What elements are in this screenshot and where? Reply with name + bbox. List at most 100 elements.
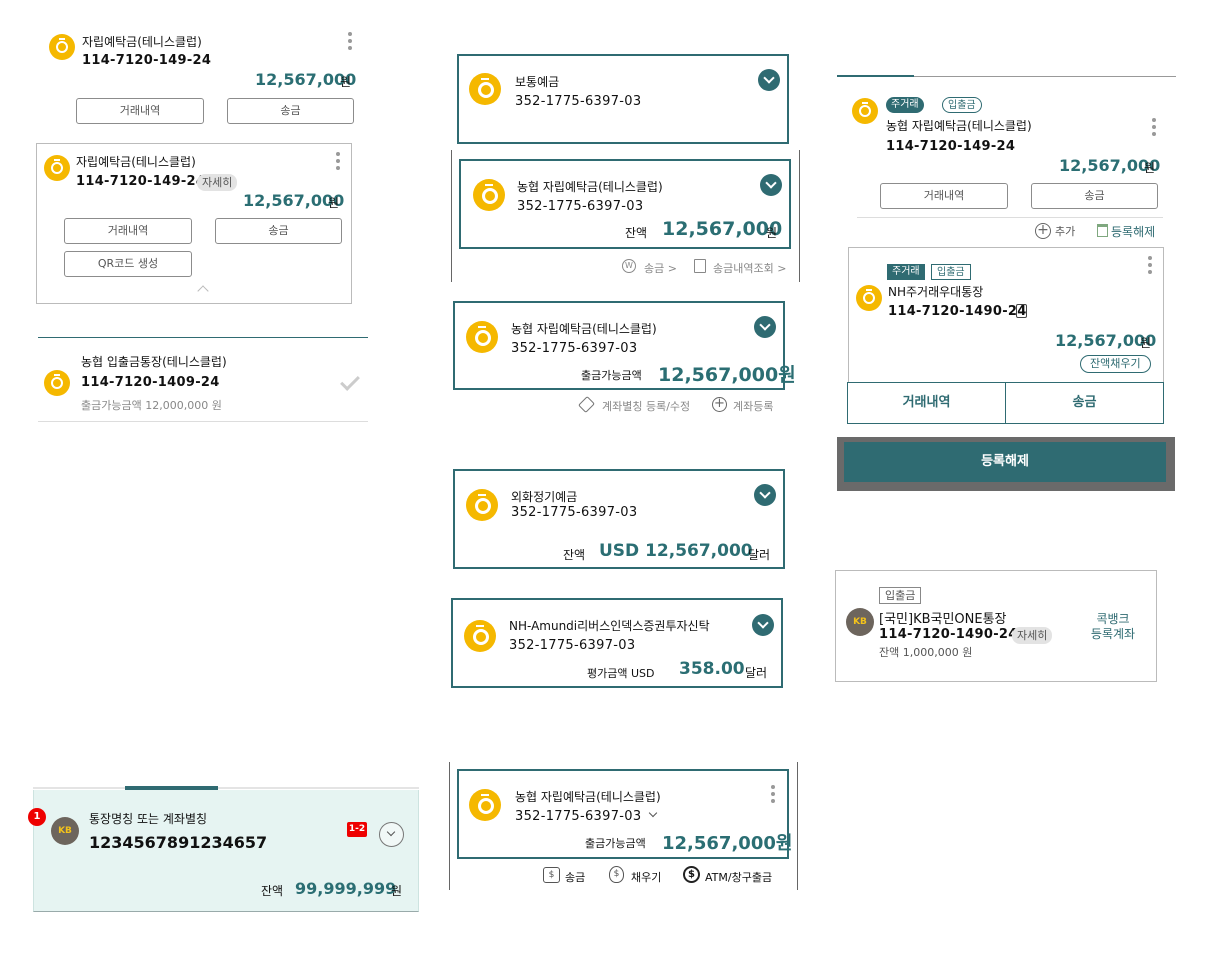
balance-label: 잔액: [261, 884, 284, 898]
nh-coin-icon: [44, 370, 70, 396]
add-link[interactable]: 추가: [1055, 223, 1075, 239]
fill-balance-button[interactable]: 잔액채우기: [1080, 355, 1151, 373]
divider: [914, 76, 1176, 77]
account-number: 352-1775-6397-03: [511, 505, 638, 520]
transfer-button[interactable]: 송금: [215, 218, 342, 244]
account-card-fund[interactable]: NH-Amundi리버스인덱스증권투자신탁 352-1775-6397-03 평…: [451, 598, 783, 688]
account-card-foreign[interactable]: 외화정기예금 352-1775-6397-03 잔액 USD 12,567,00…: [453, 469, 785, 569]
account-number: 352-1775-6397-03: [515, 94, 642, 109]
available-amount: 출금가능금액 12,000,000 원: [81, 399, 222, 412]
unregister-link[interactable]: 등록해제: [1111, 223, 1155, 240]
currency-unit: 원: [1144, 161, 1156, 175]
account-number: 114-7120-149-24: [82, 53, 212, 68]
balance-amount: USD 12,567,000: [599, 541, 753, 561]
currency-unit: 원: [391, 884, 403, 898]
account-register-link[interactable]: 계좌등록: [733, 398, 773, 414]
account-card-basic[interactable]: 보통예금 352-1775-6397-03: [457, 54, 789, 144]
column-divider: [797, 762, 798, 890]
step-badge: 1-2: [347, 822, 367, 837]
nh-coin-icon: [464, 620, 496, 652]
trash-icon: [1097, 224, 1108, 237]
account-card-actions[interactable]: 농협 자립예탁금(테니스클럽) 352-1775-6397-03 출금가능금액 …: [457, 769, 792, 859]
account-number: 1234567891234657: [89, 833, 268, 852]
account-name: 농협 자립예탁금(테니스클럽): [511, 322, 657, 336]
kb-bank-icon: KB: [51, 817, 79, 845]
expand-icon[interactable]: [379, 822, 404, 847]
chevron-down-icon[interactable]: [754, 484, 776, 506]
transfer-action[interactable]: 송금: [565, 869, 585, 885]
history-button[interactable]: 거래내역: [847, 382, 1006, 424]
nh-coin-icon: [856, 285, 882, 311]
account-name: 농협 자립예탁금(테니스클럽): [886, 119, 1032, 133]
copy-icon[interactable]: [1016, 304, 1027, 318]
account-card-withdrawable[interactable]: 농협 자립예탁금(테니스클럽) 352-1775-6397-03 출금가능금액 …: [453, 301, 796, 390]
chevron-down-icon[interactable]: [752, 614, 774, 636]
atm-action[interactable]: ATM/창구출금: [705, 869, 772, 885]
currency-unit: 원: [340, 75, 352, 89]
money-bag-icon: $: [609, 866, 624, 883]
registered-label[interactable]: 콕뱅크 등록계좌: [1082, 612, 1144, 642]
detail-badge[interactable]: 자세히: [1012, 627, 1053, 644]
column-divider: [451, 150, 452, 282]
account-card-balance[interactable]: 농협 자립예탁금(테니스클럽) 352-1775-6397-03 잔액 12,5…: [459, 159, 791, 249]
nh-coin-icon: [466, 321, 498, 353]
account-name: 농협 자립예탁금(테니스클럽): [517, 180, 663, 194]
history-button[interactable]: 거래내역: [64, 218, 192, 244]
chevron-up-icon[interactable]: [197, 285, 209, 297]
qr-code-button[interactable]: QR코드 생성: [64, 251, 192, 277]
more-menu-icon[interactable]: [1151, 118, 1157, 140]
search-history-icon: [694, 259, 706, 273]
kb-bank-icon: KB: [846, 608, 874, 636]
alias-edit-link[interactable]: 계좌별칭 등록/수정: [602, 398, 690, 414]
main-account-tag: 주거래: [887, 264, 925, 280]
registered-label-line2: 등록계좌: [1090, 627, 1136, 641]
transfer-button[interactable]: 송금: [1031, 183, 1158, 209]
notification-badge: 1: [28, 808, 46, 826]
chevron-down-icon[interactable]: [758, 69, 780, 91]
account-name: 외화정기예금: [511, 490, 578, 504]
transfer-link[interactable]: 송금 >: [644, 260, 677, 276]
more-menu-icon[interactable]: [335, 152, 341, 174]
chevron-down-icon[interactable]: [760, 174, 782, 196]
tab-strip: [33, 787, 419, 789]
account-name: 농협 자립예탁금(테니스클럽): [515, 790, 661, 804]
chevron-down-icon[interactable]: [648, 808, 658, 818]
available-label: 출금가능금액: [585, 837, 646, 850]
account-number: 114-7120-1409-24: [81, 375, 220, 390]
chevron-down-icon[interactable]: [754, 316, 776, 338]
transfer-icon: W: [622, 259, 636, 273]
history-button[interactable]: 거래내역: [76, 98, 204, 124]
account-card-2: 자립예탁금(테니스클럽) 114-7120-149-24 자세히 12,567,…: [36, 143, 352, 304]
deposit-tag: 입출금: [942, 97, 982, 113]
transfer-button[interactable]: 송금: [227, 98, 354, 124]
fill-action[interactable]: 채우기: [631, 869, 661, 885]
unregister-button[interactable]: 등록해제: [844, 442, 1166, 482]
check-icon: [340, 371, 360, 391]
column-divider: [449, 762, 450, 890]
more-menu-icon[interactable]: [770, 785, 776, 807]
account-name: 자립예탁금(테니스클럽): [82, 35, 202, 49]
transfer-button[interactable]: 송금: [1005, 382, 1164, 424]
atm-icon: $: [683, 866, 700, 883]
currency-unit: 원: [1140, 336, 1152, 350]
currency-unit: 원: [328, 196, 340, 210]
tag-icon: [578, 396, 595, 413]
transfer-icon: $: [543, 867, 560, 883]
account-name: 농협 입출금통장(테니스클럽): [81, 355, 227, 369]
more-menu-icon[interactable]: [1147, 256, 1153, 278]
account-card-kb[interactable]: 입출금 KB [국민]KB국민ONE통장 114-7120-1490-24 자세…: [835, 570, 1157, 682]
divider: [38, 421, 368, 422]
currency-unit: 원: [766, 226, 778, 240]
account-number: 352-1775-6397-03: [509, 638, 636, 653]
more-menu-icon[interactable]: [347, 32, 353, 54]
available-label: 출금가능금액: [581, 369, 642, 382]
currency-unit: 달러: [745, 666, 768, 680]
account-name: 자립예탁금(테니스클럽): [76, 155, 196, 169]
nh-coin-icon: [469, 73, 501, 105]
balance-amount: 12,567,000: [662, 218, 783, 240]
main-account-tag: 주거래: [886, 97, 924, 113]
detail-badge[interactable]: 자세히: [197, 174, 238, 191]
history-button[interactable]: 거래내역: [880, 183, 1008, 209]
history-link[interactable]: 송금내역조회 >: [713, 260, 786, 276]
account-number: 114-7120-149-24: [76, 174, 206, 189]
